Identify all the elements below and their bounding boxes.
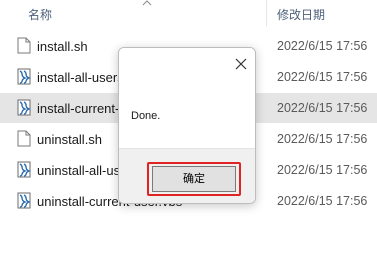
script-icon: [17, 192, 31, 209]
file-date: 2022/6/15 17:56: [277, 70, 368, 84]
file-date: 2022/6/15 17:56: [277, 194, 368, 208]
file-date: 2022/6/15 17:56: [277, 132, 368, 146]
column-header: 名称 修改日期: [0, 0, 377, 26]
ok-button[interactable]: 确定: [152, 166, 236, 192]
file-icon: [17, 130, 31, 147]
dialog-content: Done.: [119, 48, 255, 148]
file-date: 2022/6/15 17:56: [277, 101, 368, 115]
file-name: uninstall.sh: [37, 132, 103, 147]
sort-ascending-icon: [142, 0, 152, 6]
script-icon: [17, 68, 31, 85]
dialog-message: Done.: [131, 110, 161, 122]
file-date: 2022/6/15 17:56: [277, 39, 368, 53]
message-dialog: Done. 确定: [118, 47, 256, 204]
column-date-header[interactable]: 修改日期: [277, 6, 325, 23]
close-icon[interactable]: [233, 56, 249, 72]
ok-button-label: 确定: [183, 173, 205, 185]
column-divider[interactable]: [266, 0, 267, 26]
script-icon: [17, 161, 31, 178]
dialog-button-bar: 确定: [119, 148, 255, 203]
script-icon: [17, 99, 31, 116]
file-icon: [17, 37, 31, 54]
file-name: install.sh: [37, 39, 88, 54]
column-name-header[interactable]: 名称: [28, 6, 52, 23]
file-date: 2022/6/15 17:56: [277, 163, 368, 177]
